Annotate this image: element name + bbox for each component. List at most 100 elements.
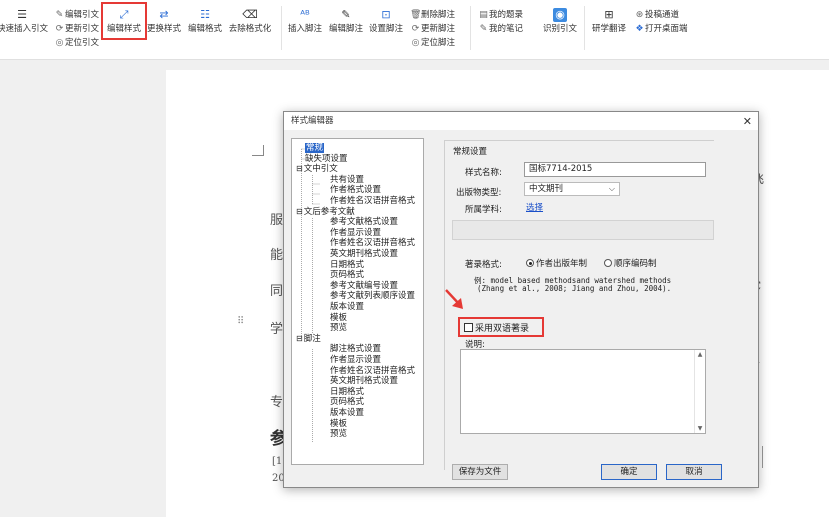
drag-handle-icon[interactable]: ⠿ [237, 316, 244, 327]
tree-item[interactable]: 脚注格式设置 [330, 344, 381, 354]
tree-item[interactable]: 常规 [305, 143, 325, 153]
change-style-button[interactable]: ⇄ 更换样式 [146, 8, 182, 34]
tree-item[interactable]: ⊟文后参考文献 [296, 207, 355, 217]
close-icon[interactable]: ✕ [743, 113, 752, 131]
quick-insert-citation-button[interactable]: ☰ 快速插入引文 [0, 8, 49, 34]
tree-item-label: 日期格式 [330, 386, 365, 397]
radio-unselected-icon [604, 259, 612, 267]
tree-item[interactable]: 页码格式 [330, 270, 364, 280]
remove-format-label: 去除格式化 [228, 24, 272, 34]
ribbon-divider [470, 6, 471, 50]
tree-item[interactable]: 参考文献编号设置 [330, 281, 398, 291]
ribbon-toolbar: ☰ 快速插入引文 ✎ 编辑引文 ⟳ 更新引文 ◎ 定位引文 ⤢ 编辑样式 ⇄ 更换样式… [0, 0, 829, 60]
my-collection-label: 我的题录 [489, 10, 524, 20]
tree-item-label: 脚注 [303, 333, 321, 344]
edit-style-button[interactable]: ⤢ 编辑样式 [104, 8, 144, 34]
scrollbar[interactable]: ▲ ▼ [694, 350, 705, 433]
bilingual-checkbox[interactable]: 采用双语著录 [464, 321, 529, 334]
tree-item-label: 预览 [330, 429, 348, 440]
radio-numeric[interactable]: 顺序编码制 [604, 257, 657, 269]
tree-item-label: 模板 [330, 312, 348, 323]
edit-citation-button[interactable]: ✎ 编辑引文 [54, 9, 99, 21]
style-editor-dialog: 样式编辑器 ✕ 常规 缺失项设置 ⊟文中引文 共有设置 作者格式设置 作者姓名汉语拼音格式… [283, 111, 759, 488]
refresh-icon: ⟳ [411, 24, 420, 34]
subject-select-link[interactable]: 选择 [526, 201, 543, 213]
style-name-input[interactable]: 国标7714-2015 [524, 162, 706, 177]
edit-footnote-label: 编辑脚注 [328, 24, 363, 34]
locate-citation-button[interactable]: ◎ 定位引文 [54, 37, 99, 49]
publication-type-select[interactable]: 中文期刊 ⌵ [524, 182, 620, 196]
update-footnote-button[interactable]: ⟳ 更新脚注 [410, 23, 455, 35]
tree-item[interactable]: 作者姓名汉语拼音格式 [330, 196, 415, 206]
ribbon-divider [281, 6, 282, 50]
tree-item[interactable]: 模板 [330, 419, 347, 429]
tree-item[interactable]: 页码格式 [330, 397, 364, 407]
tree-item[interactable]: 英文期刊格式设置 [330, 376, 398, 386]
tree-item-label: 作者姓名汉语拼音格式 [330, 365, 416, 376]
tree-item[interactable]: 共有设置 [330, 175, 364, 185]
tree-item[interactable]: 模板 [330, 313, 347, 323]
document-text: 服 [270, 213, 284, 228]
my-collection-button[interactable]: ▤我的题录 [478, 9, 523, 21]
scroll-up-icon[interactable]: ▲ [695, 351, 705, 358]
tree-item[interactable]: 作者显示设置 [330, 228, 381, 238]
tree-item[interactable]: 作者姓名汉语拼音格式 [330, 366, 415, 376]
research-translate-button[interactable]: ⊞ 研学翻译 [589, 8, 629, 34]
tree-item[interactable]: 缺失项设置 [305, 154, 348, 164]
ok-button[interactable]: 确定 [601, 464, 657, 480]
tree-item[interactable]: 参考文献列表顺序设置 [330, 291, 415, 301]
tree-item[interactable]: 版本设置 [330, 302, 364, 312]
tree-item[interactable]: 作者显示设置 [330, 355, 381, 365]
recognize-citation-label: 识别引文 [542, 24, 577, 34]
publication-type-value: 中文期刊 [529, 184, 564, 194]
setup-footnote-button[interactable]: ⊡ 设置脚注 [367, 8, 405, 34]
subject-display-box [452, 220, 714, 240]
translate-icon: ⊞ [604, 8, 614, 21]
tree-item[interactable]: 日期格式 [330, 387, 364, 397]
save-as-file-button[interactable]: 保存为文件 [452, 464, 508, 480]
dialog-titlebar: 样式编辑器 ✕ [284, 112, 758, 130]
submit-channel-button[interactable]: ⊛ 投稿通道 [634, 9, 679, 21]
collapse-icon[interactable]: ⊟ [296, 334, 303, 343]
scroll-down-icon[interactable]: ▼ [695, 425, 705, 432]
edit-format-button[interactable]: ☷ 编辑格式 [186, 8, 224, 34]
recognize-citation-button[interactable]: ◉ 识别引文 [541, 8, 579, 34]
collapse-icon[interactable]: ⊟ [296, 164, 303, 173]
tree-item[interactable]: 预览 [330, 323, 347, 333]
submit-channel-label: 投稿通道 [645, 10, 680, 20]
tree-item[interactable]: ⊟脚注 [296, 334, 321, 344]
radio-author-year-label: 作者出版年制 [536, 259, 588, 269]
locate-footnote-button[interactable]: ◎ 定位脚注 [410, 37, 455, 49]
quick-insert-label: 快速插入引文 [0, 24, 49, 34]
chevron-down-icon: ⌵ [608, 184, 615, 193]
update-citation-button[interactable]: ⟳ 更新引文 [54, 23, 99, 35]
tree-item[interactable]: 预览 [330, 429, 347, 439]
insert-footnote-label: 插入脚注 [287, 24, 322, 34]
tree-item[interactable]: 作者姓名汉语拼音格式 [330, 238, 415, 248]
document-text: 专 [270, 395, 284, 410]
group-title: 常规设置 [453, 147, 488, 157]
tree-item[interactable]: 作者格式设置 [330, 185, 381, 195]
delete-footnote-label: 删除脚注 [421, 10, 456, 20]
tree-item-label: 英文期刊格式设置 [330, 376, 399, 387]
edit-footnote-button[interactable]: ✎ 编辑脚注 [327, 8, 365, 34]
radio-numeric-label: 顺序编码制 [614, 259, 657, 269]
settings-tree[interactable]: 常规 缺失项设置 ⊟文中引文 共有设置 作者格式设置 作者姓名汉语拼音格式 ⊟文后参考文献参… [291, 138, 424, 465]
tree-item[interactable]: ⊟文中引文 [296, 164, 338, 174]
tree-item[interactable]: 日期格式 [330, 260, 364, 270]
radio-author-year[interactable]: 作者出版年制 [526, 257, 587, 269]
document-text: 学 [270, 322, 284, 337]
tree-item[interactable]: 参考文献格式设置 [330, 217, 398, 227]
open-desktop-button[interactable]: ❖打开桌面端 [634, 23, 687, 35]
my-notes-button[interactable]: ✎ 我的笔记 [478, 23, 523, 35]
cancel-button[interactable]: 取消 [666, 464, 722, 480]
remove-format-button[interactable]: ⌫ 去除格式化 [227, 8, 273, 34]
insert-footnote-button[interactable]: ᴬᴮ 插入脚注 [286, 8, 324, 34]
delete-footnote-button[interactable]: 🗑删除脚注 [410, 9, 455, 21]
corner-mark [263, 145, 264, 156]
tree-item[interactable]: 版本设置 [330, 408, 364, 418]
collapse-icon[interactable]: ⊟ [296, 207, 303, 216]
tree-item[interactable]: 英文期刊格式设置 [330, 249, 398, 259]
my-notes-label: 我的笔记 [489, 24, 524, 34]
description-textarea[interactable]: ▲ ▼ [460, 349, 706, 434]
